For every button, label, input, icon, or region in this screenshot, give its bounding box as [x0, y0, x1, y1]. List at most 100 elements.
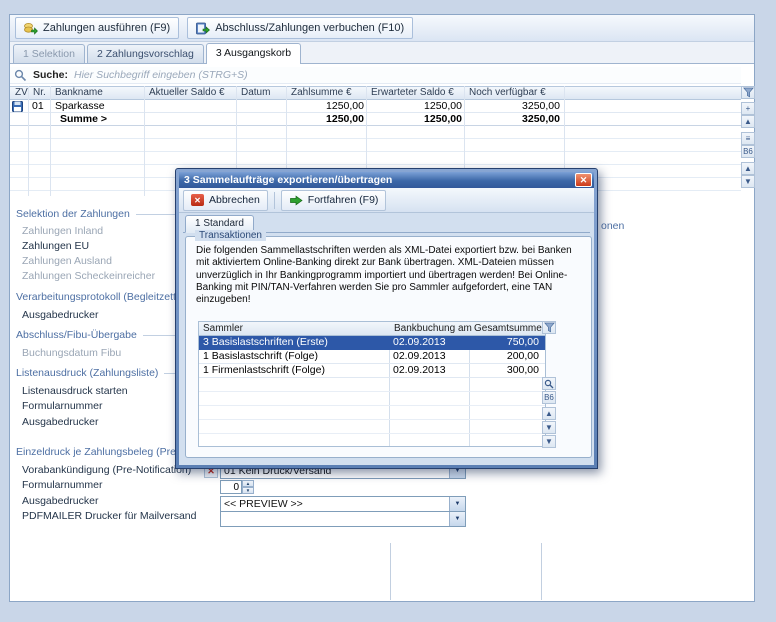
- formularnummer-input[interactable]: 0: [220, 480, 242, 494]
- table-tool-b6-button[interactable]: B6: [741, 145, 755, 158]
- option-zahlungen-eu[interactable]: Zahlungen EU: [22, 240, 89, 252]
- cell-gesamtsumme: 750,00: [473, 336, 539, 349]
- column-header-verfuegbar[interactable]: Noch verfügbar €: [466, 87, 565, 99]
- continue-arrow-icon: [289, 194, 303, 207]
- bank-table-sum-row: Summe > 1250,00 1250,00 3250,00: [10, 113, 741, 126]
- disk-icon: [12, 101, 23, 112]
- cancel-button[interactable]: ✕ Abbrechen: [183, 190, 268, 211]
- collectors-table[interactable]: Sammler Bankbuchung am Gesamtsumme € 3 B…: [198, 321, 546, 447]
- dialog-b6-button[interactable]: B6: [542, 391, 556, 404]
- search-label: Suche:: [33, 69, 68, 81]
- dialog-row-last-button[interactable]: ▼: [542, 435, 556, 448]
- execute-payments-button[interactable]: Zahlungen ausführen (F9): [15, 17, 179, 39]
- cell-zahlsumme: 1250,00: [288, 100, 364, 112]
- dialog-row-down-button[interactable]: ▼: [542, 421, 556, 434]
- post-payments-label: Abschluss/Zahlungen verbuchen (F10): [215, 22, 404, 34]
- dialog-search-button[interactable]: [542, 377, 556, 390]
- formularnummer-stepper[interactable]: ▲ ▼: [242, 480, 254, 494]
- table-tool-add-button[interactable]: +: [741, 102, 755, 115]
- grid-line: [50, 86, 51, 196]
- column-header-datum[interactable]: Datum: [238, 87, 287, 99]
- transactions-group-label: Transaktionen: [195, 230, 266, 241]
- toolbar-divider: [274, 192, 275, 209]
- table-tool-up-button[interactable]: ▲: [741, 115, 755, 128]
- grid-line: [144, 86, 145, 196]
- label-listenausdruck-starten: Listenausdruck starten: [22, 385, 128, 397]
- main-toolbar: Zahlungen ausführen (F9) Abschluss/Zahlu…: [10, 15, 754, 42]
- export-dialog: 3 Sammelaufträge exportieren/übertragen …: [175, 168, 598, 469]
- cell-sammler: 1 Basislastschrift (Folge): [203, 350, 385, 363]
- sum-verfuegbar: 3250,00: [466, 113, 560, 125]
- funnel-icon: [544, 322, 555, 333]
- cell-erwartet: 1250,00: [368, 100, 462, 112]
- arrow-up-icon: ▲: [744, 164, 752, 173]
- list-icon: ≡: [746, 134, 751, 143]
- search-placeholder: Hier Suchbegriff eingeben (STRG+S): [74, 69, 248, 81]
- label-ausgabedrucker-liste: Ausgabedrucker: [22, 416, 98, 428]
- bank-table-header[interactable]: ZV Nr. Bankname Aktueller Saldo € Datum …: [10, 86, 741, 100]
- option-zahlungen-scheck: Zahlungen Scheckeinreicher: [22, 270, 155, 282]
- dialog-body: ✕ Abbrechen Fortfahren (F9) 1 Standard T…: [179, 188, 594, 465]
- post-payments-button[interactable]: Abschluss/Zahlungen verbuchen (F10): [187, 17, 413, 39]
- column-header-bankname[interactable]: Bankname: [52, 87, 145, 99]
- tab-selektion[interactable]: 1 Selektion: [13, 44, 85, 63]
- sum-erwartet: 1250,00: [368, 113, 462, 125]
- column-header-saldo[interactable]: Aktueller Saldo €: [146, 87, 237, 99]
- spinner-up-icon[interactable]: ▲: [242, 480, 254, 487]
- table-tool-down-button[interactable]: ▼: [741, 175, 755, 188]
- close-icon[interactable]: ✕: [575, 173, 592, 187]
- coins-arrow-icon: [24, 22, 38, 35]
- cell-sammler: 3 Basislastschriften (Erste): [203, 336, 385, 349]
- cell-bankbuchung: 02.09.2013: [393, 336, 465, 349]
- column-header-zahlsumme[interactable]: Zahlsumme €: [288, 87, 367, 99]
- bank-table-row[interactable]: 01 Sparkasse 1250,00 1250,00 3250,00: [10, 100, 741, 113]
- label-formularnummer-einzel: Formularnummer: [22, 479, 103, 491]
- partial-covered-heading: onen: [601, 220, 624, 232]
- arrow-up-icon: ▲: [744, 117, 752, 126]
- dialog-title: 3 Sammelaufträge exportieren/übertragen: [184, 174, 392, 186]
- collector-row-selected[interactable]: 3 Basislastschriften (Erste) 02.09.2013 …: [199, 336, 545, 350]
- tab-zahlungsvorschlag[interactable]: 2 Zahlungsvorschlag: [87, 44, 204, 63]
- column-header-erwartet[interactable]: Erwarteter Saldo €: [368, 87, 465, 99]
- b6-icon: B6: [743, 147, 753, 156]
- grid-line: [28, 86, 29, 196]
- collector-row[interactable]: 1 Basislastschrift (Folge) 02.09.2013 20…: [199, 350, 545, 364]
- arrow-down-icon: ▼: [744, 177, 752, 186]
- cell-bankname: Sparkasse: [55, 100, 145, 112]
- spinner-down-icon[interactable]: ▼: [242, 487, 254, 494]
- arrow-down-icon: ▼: [545, 423, 553, 432]
- arrow-down-icon: ▼: [545, 437, 553, 446]
- table-tool-up2-button[interactable]: ▲: [741, 162, 755, 175]
- form-divider: [541, 543, 542, 600]
- dialog-info-text: Die folgenden Sammellastschriften werden…: [196, 245, 580, 306]
- chevron-down-icon[interactable]: ▼: [449, 497, 465, 511]
- dialog-row-up-button[interactable]: ▲: [542, 407, 556, 420]
- form-divider: [390, 543, 391, 600]
- ausgabedrucker-combobox[interactable]: << PREVIEW >> ▼: [220, 496, 466, 512]
- column-header-sammler[interactable]: Sammler: [199, 322, 383, 335]
- column-header-bankbuchung[interactable]: Bankbuchung am: [390, 322, 469, 335]
- cell-gesamtsumme: 300,00: [473, 364, 539, 377]
- pdfmailer-combobox[interactable]: ▼: [220, 511, 466, 527]
- table-tool-list-button[interactable]: ≡: [741, 132, 755, 145]
- book-arrow-icon: [196, 22, 210, 35]
- collectors-table-header[interactable]: Sammler Bankbuchung am Gesamtsumme €: [199, 322, 545, 336]
- plus-icon: +: [746, 104, 751, 113]
- cell-nr: 01: [32, 100, 52, 112]
- transactions-group: Die folgenden Sammellastschriften werden…: [185, 236, 592, 458]
- collector-row[interactable]: 1 Firmenlastschrift (Folge) 02.09.2013 3…: [199, 364, 545, 378]
- main-tabstrip: 1 Selektion 2 Zahlungsvorschlag 3 Ausgan…: [10, 42, 754, 64]
- search-bar[interactable]: Suche: Hier Suchbegriff eingeben (STRG+S…: [10, 67, 741, 84]
- application-window: Zahlungen ausführen (F9) Abschluss/Zahlu…: [0, 0, 776, 622]
- dialog-filter-funnel-button[interactable]: [542, 321, 556, 334]
- chevron-down-icon[interactable]: ▼: [449, 512, 465, 526]
- column-header-gesamtsumme[interactable]: Gesamtsumme €: [470, 322, 548, 335]
- dialog-titlebar[interactable]: 3 Sammelaufträge exportieren/übertragen …: [179, 172, 594, 188]
- execute-payments-label: Zahlungen ausführen (F9): [43, 22, 170, 34]
- formularnummer-value: 0: [233, 482, 239, 493]
- continue-button[interactable]: Fortfahren (F9): [281, 190, 387, 211]
- filter-funnel-button[interactable]: [741, 86, 755, 99]
- tab-ausgangskorb[interactable]: 3 Ausgangskorb: [206, 43, 301, 64]
- magnifier-icon: [544, 379, 554, 389]
- label-vorabankuendigung: Vorabankündigung (Pre-Notification): [22, 464, 191, 476]
